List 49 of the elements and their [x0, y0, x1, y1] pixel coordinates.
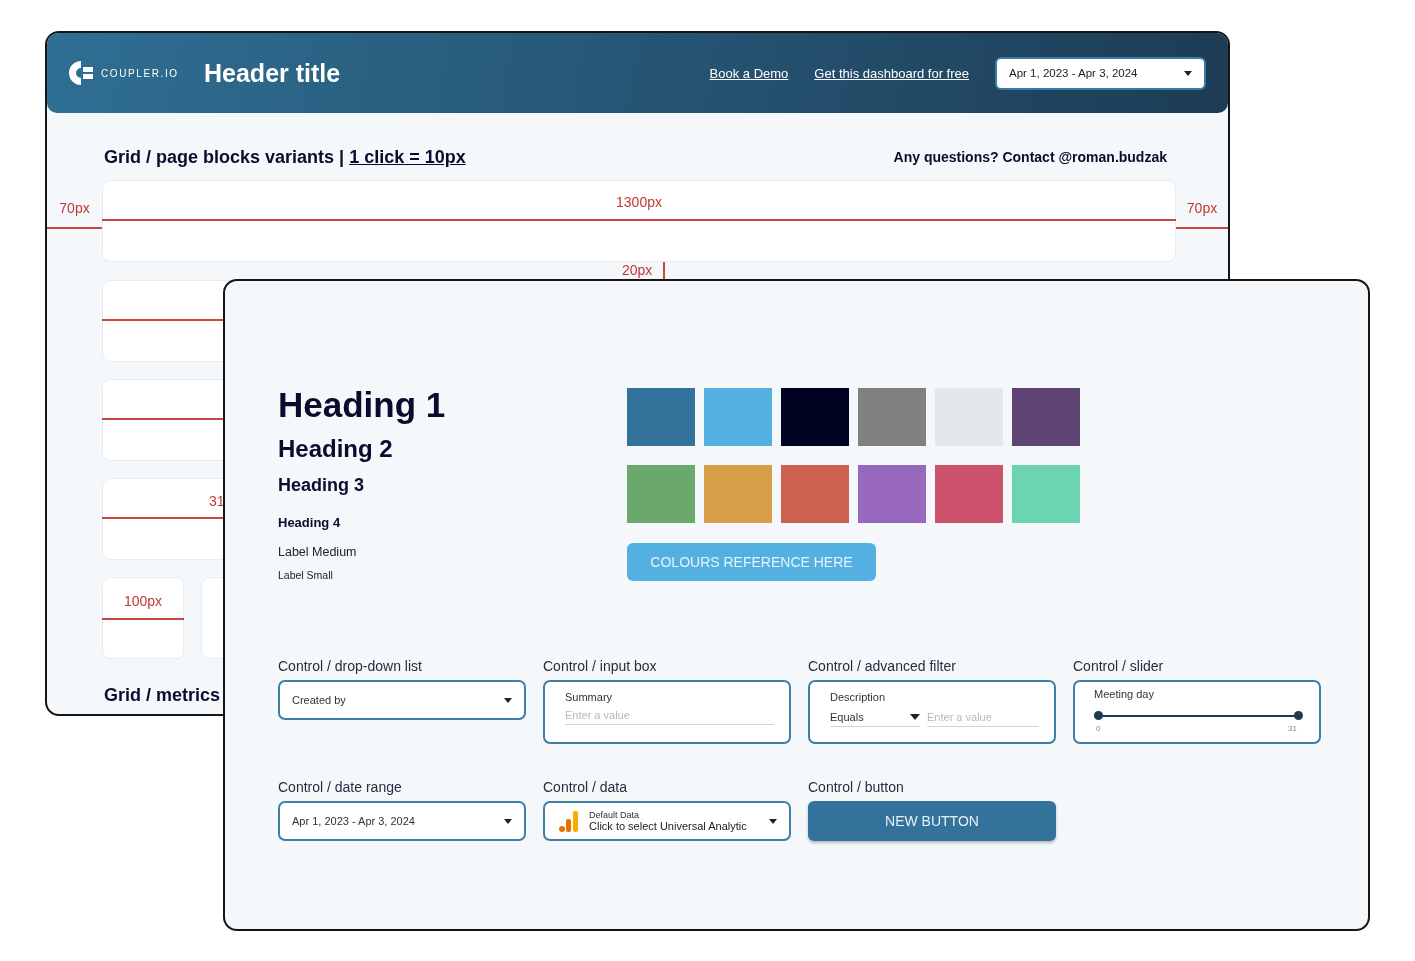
heading-sample: Heading 1 — [278, 385, 447, 426]
margin-label: 70px — [1185, 200, 1219, 216]
margin-label: 70px — [58, 200, 91, 216]
data-source-label: Default Data — [589, 810, 641, 820]
header-link[interactable]: Book a Demo — [709, 65, 789, 81]
width-label: 31 — [209, 493, 225, 509]
contact-text: Any questions? Contact @roman.budzak — [893, 149, 1167, 165]
caret-icon — [504, 818, 512, 824]
heading-sample: Heading 4 — [278, 515, 342, 532]
control-title: Control / advanced filter — [808, 658, 957, 676]
new-button[interactable]: NEW BUTTON — [808, 801, 1056, 841]
operator-select[interactable]: Equals — [830, 707, 920, 727]
date-range-picker[interactable]: Apr 1, 2023 - Apr 3, 2024 — [995, 56, 1206, 90]
control-title: Control / input box — [543, 658, 658, 676]
slider-handle[interactable] — [1094, 711, 1103, 720]
logo-text: COUPLER.IO — [101, 67, 179, 79]
gap-label: 20px — [622, 262, 653, 278]
control-title: Control / date range — [278, 779, 403, 797]
section-title: Grid / metrics — [104, 685, 221, 706]
label-sample: Label Medium — [278, 545, 358, 561]
heading-sample: Heading 2 — [278, 435, 394, 464]
bar-chart-icon — [559, 810, 579, 832]
caret-icon — [769, 818, 777, 824]
field-label: Meeting day — [1094, 688, 1155, 700]
control-title: Control / button — [808, 779, 905, 797]
dropdown[interactable]: Created by — [278, 680, 526, 720]
dropdown[interactable]: Apr 1, 2023 - Apr 3, 2024 — [278, 801, 526, 841]
header-title: Header title — [204, 58, 341, 88]
field-label: Summary — [565, 691, 614, 703]
width-label: 100px — [123, 593, 163, 609]
logo-icon — [68, 60, 94, 86]
min-label: 0 — [1096, 724, 1101, 733]
section-title: Grid / page blocks variants | 1 click = 10px — [104, 146, 466, 168]
field-label: Description — [830, 691, 887, 703]
caret-icon — [910, 714, 920, 720]
width-label: 1300px — [616, 194, 662, 210]
header-link[interactable]: Get this dashboard for free — [814, 65, 969, 81]
heading-sample: Heading 3 — [278, 475, 366, 497]
caret-icon — [504, 697, 512, 703]
data-source-picker[interactable]: Default Data Click to select Universal Analytic — [543, 801, 791, 841]
slider-handle[interactable] — [1294, 711, 1303, 720]
caret-icon — [1184, 70, 1192, 76]
scale-link[interactable]: 1 click = 10px — [349, 146, 466, 167]
control-title: Control / slider — [1073, 658, 1165, 676]
control-title: Control / drop-down list — [278, 658, 423, 676]
max-label: 31 — [1288, 724, 1297, 733]
control-title: Control / data — [543, 779, 629, 797]
label-sample: Label Small — [278, 569, 334, 581]
data-source-value: Click to select Universal Analytic — [589, 820, 748, 832]
